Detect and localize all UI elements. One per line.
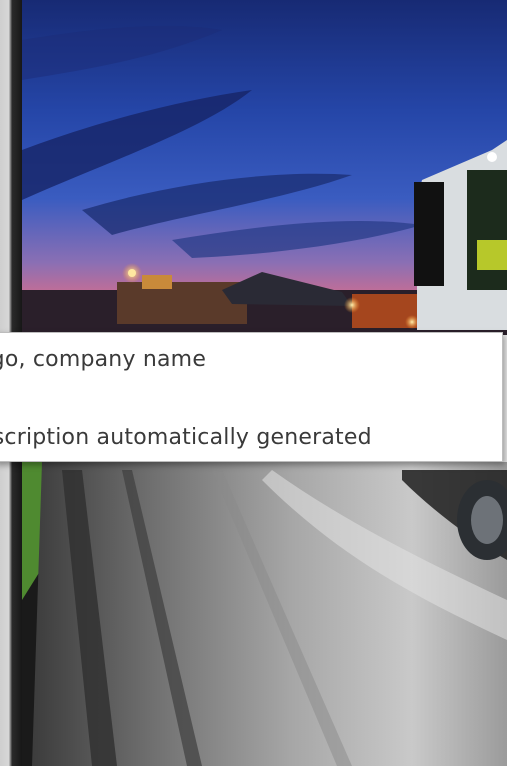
alt-text-line-2: escription automatically generated [0,425,372,450]
alt-text-line-1: ogo, company name [0,347,207,372]
document-canvas: ogo, company name escription automatical… [0,0,507,766]
alt-text-tooltip: ogo, company name escription automatical… [0,332,503,462]
